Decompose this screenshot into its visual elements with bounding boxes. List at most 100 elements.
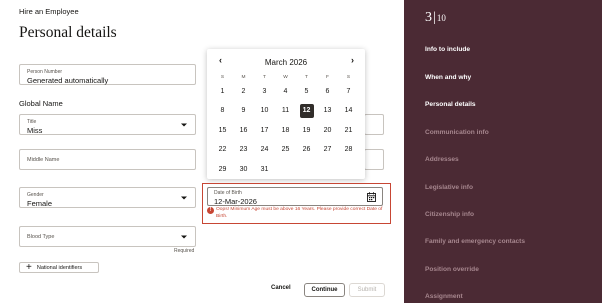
guide-step-item[interactable]: Assignment — [425, 293, 463, 300]
calendar-day[interactable]: 17 — [254, 121, 275, 141]
calendar-day-number — [300, 163, 314, 177]
calendar-day[interactable]: 31 — [254, 160, 275, 180]
calendar-icon[interactable] — [367, 192, 376, 202]
weekday-header: M — [241, 75, 246, 80]
calendar-day-number: 22 — [218, 146, 227, 154]
step-separator: | — [433, 10, 436, 25]
title-value: Miss — [27, 126, 43, 135]
calendar-day[interactable]: 29 — [212, 160, 233, 180]
calendar-day-number: 23 — [239, 146, 248, 154]
title-select[interactable]: Title Miss — [19, 114, 196, 135]
calendar-day[interactable]: 8 — [212, 102, 233, 122]
next-month-icon[interactable]: › — [351, 56, 354, 65]
current-step-number: 3 — [425, 10, 432, 25]
add-national-identifier-button[interactable]: + National identifiers — [19, 262, 99, 273]
calendar-day-number: 4 — [283, 87, 288, 95]
step-counter: 3 | 10 — [425, 10, 446, 26]
title-label: Title — [27, 119, 37, 125]
continue-button[interactable]: Continue — [304, 283, 345, 297]
calendar-day[interactable]: 20 — [317, 121, 338, 141]
calendar-day[interactable]: 12 — [296, 102, 317, 122]
date-of-birth-error-message: Oops! Minimum Age must be above 16 Years… — [216, 207, 383, 219]
calendar-day-number: 20 — [323, 126, 332, 134]
weekday-header: T — [305, 75, 308, 80]
page-title: Personal details — [19, 24, 117, 41]
calendar-day[interactable]: 18 — [275, 121, 296, 141]
calendar-day-number: 19 — [302, 126, 311, 134]
calendar-day[interactable]: 30 — [233, 160, 254, 180]
person-number-value: Generated automatically — [27, 76, 109, 85]
weekday-header: S — [346, 75, 351, 80]
calendar-day[interactable]: 26 — [296, 141, 317, 161]
weekday-header: W — [283, 75, 288, 80]
weekday-header: F — [326, 75, 329, 80]
submit-button[interactable]: Submit — [349, 283, 385, 297]
calendar-day-number: 2 — [241, 87, 246, 95]
last-name-field[interactable] — [364, 149, 384, 170]
calendar-day-number: 7 — [346, 87, 351, 95]
calendar-day[interactable]: 10 — [254, 102, 275, 122]
calendar-day[interactable]: 13 — [317, 102, 338, 122]
guide-step-item[interactable]: Communication info — [425, 129, 489, 136]
calendar-day[interactable]: 19 — [296, 121, 317, 141]
date-of-birth-value: 12-Mar-2026 — [214, 197, 257, 206]
plus-icon: + — [26, 262, 32, 273]
required-note: Required — [174, 248, 195, 254]
calendar-day-number: 6 — [325, 87, 330, 95]
middle-name-field[interactable]: Middle Name — [19, 149, 196, 170]
calendar-day[interactable]: 4 — [275, 82, 296, 102]
calendar-day-number: 24 — [260, 146, 269, 154]
calendar-day[interactable]: 14 — [338, 102, 359, 122]
chevron-down-icon — [181, 123, 187, 126]
calendar-day-number: 28 — [344, 146, 353, 154]
calendar-grid: S M T W T F S 1 2 3 4 5 6 7 8 9 10 11 12 13 14 15 16 17 18 19 20 21… — [212, 73, 360, 180]
calendar-day[interactable]: 7 — [338, 82, 359, 102]
gender-select[interactable]: Gender Female — [19, 187, 196, 208]
calendar-day[interactable]: 3 — [254, 82, 275, 102]
guide-step-item[interactable]: Addresses — [425, 156, 459, 163]
calendar-day-number: 18 — [281, 126, 290, 134]
calendar-day[interactable]: 11 — [275, 102, 296, 122]
calendar-day[interactable]: 5 — [296, 82, 317, 102]
calendar-day[interactable]: 24 — [254, 141, 275, 161]
calendar-day-number: 17 — [260, 126, 269, 134]
calendar-day[interactable]: 6 — [317, 82, 338, 102]
calendar-day[interactable]: 16 — [233, 121, 254, 141]
calendar-day[interactable]: 25 — [275, 141, 296, 161]
guide-step-item[interactable]: Legislative info — [425, 184, 473, 191]
error-icon: ! — [207, 207, 214, 214]
guide-step-item[interactable]: Position override — [425, 266, 479, 273]
gender-value: Female — [27, 199, 53, 208]
guide-step-item[interactable]: When and why — [425, 74, 471, 81]
calendar-empty-cell — [296, 160, 317, 180]
calendar-day-number: 3 — [262, 87, 267, 95]
calendar-day[interactable]: 23 — [233, 141, 254, 161]
calendar-day[interactable]: 22 — [212, 141, 233, 161]
calendar-day[interactable]: 27 — [317, 141, 338, 161]
national-identifiers-label: National identifiers — [36, 264, 83, 271]
calendar-day-number: 29 — [218, 165, 227, 173]
calendar-day-number: 13 — [323, 107, 332, 115]
guide-step-item[interactable]: Citizenship info — [425, 211, 474, 218]
calendar-day[interactable]: 21 — [338, 121, 359, 141]
calendar-day[interactable]: 9 — [233, 102, 254, 122]
calendar-day[interactable]: 15 — [212, 121, 233, 141]
calendar-day[interactable]: 28 — [338, 141, 359, 161]
calendar-day-number: 12 — [299, 104, 314, 119]
first-name-field[interactable] — [364, 114, 384, 135]
cancel-button[interactable]: Cancel — [271, 285, 291, 291]
calendar-day-number — [342, 163, 356, 177]
calendar-day-number: 25 — [281, 146, 290, 154]
person-number-field: Person Number Generated automatically — [19, 64, 196, 85]
guide-step-item[interactable]: Family and emergency contacts — [425, 238, 525, 245]
guide-step-item[interactable]: Info to include — [425, 46, 470, 53]
guided-process-panel: 3 | 10 Info to include When and why Person… — [404, 0, 602, 303]
calendar-day-number: 16 — [239, 126, 248, 134]
date-of-birth-field[interactable]: Date of Birth 12-Mar-2026 — [207, 187, 383, 206]
guide-step-item[interactable]: Personal details — [425, 101, 476, 108]
blood-type-select[interactable]: Blood Type — [19, 226, 196, 247]
middle-name-label: Middle Name — [27, 156, 60, 163]
calendar-day[interactable]: 1 — [212, 82, 233, 102]
calendar-day-number: 11 — [281, 107, 290, 115]
calendar-day[interactable]: 2 — [233, 82, 254, 102]
